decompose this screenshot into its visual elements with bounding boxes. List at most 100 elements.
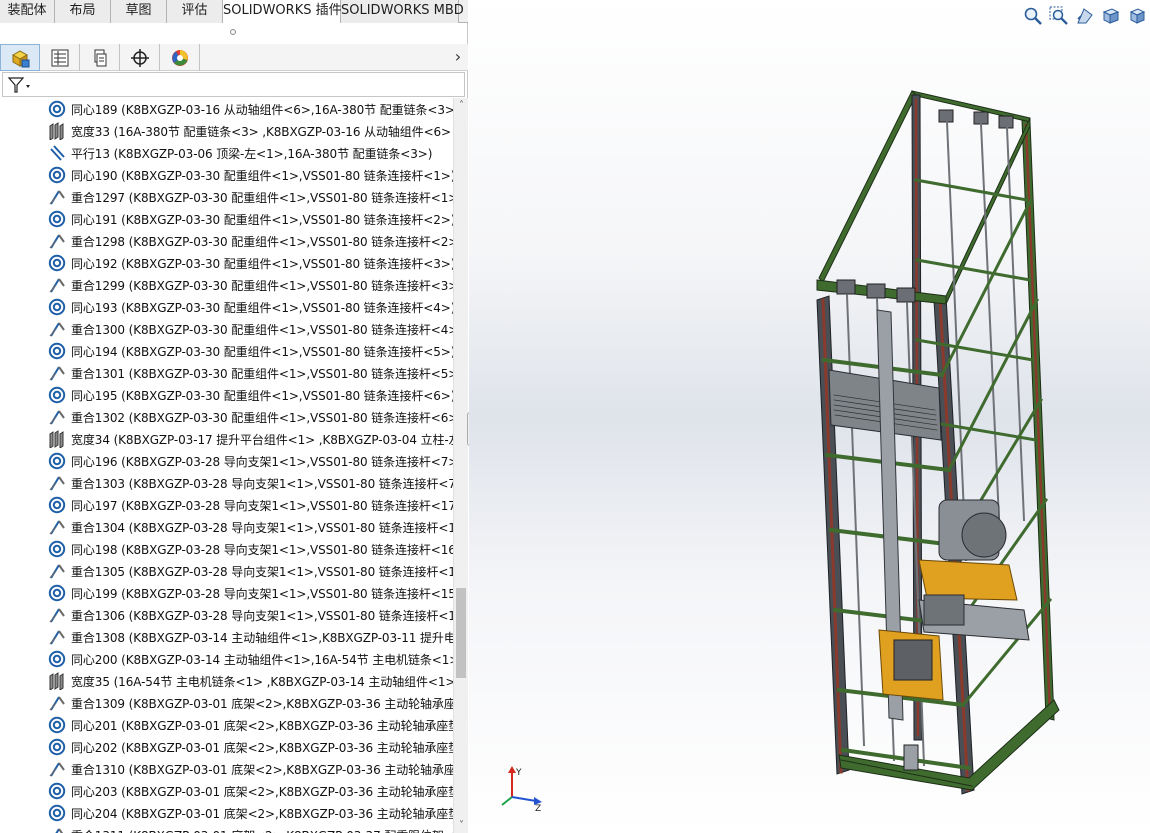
mate-label: 同心204 (K8BXGZP-03-01 底架<2>,K8BXGZP-03-36… bbox=[71, 806, 453, 821]
mate-tree-item[interactable]: 重合1303 (K8BXGZP-03-28 导向支架1<1>,VSS01-80 … bbox=[46, 472, 453, 494]
mate-tree-item[interactable]: 重合1306 (K8BXGZP-03-28 导向支架1<1>,VSS01-80 … bbox=[46, 604, 453, 626]
mate-width-icon bbox=[46, 120, 68, 142]
mate-concentric-icon bbox=[46, 802, 68, 824]
mate-tree-item[interactable]: 同心203 (K8BXGZP-03-01 底架<2>,K8BXGZP-03-36… bbox=[46, 780, 453, 802]
mate-label: 同心198 (K8BXGZP-03-28 导向支架1<1>,VSS01-80 链… bbox=[71, 542, 453, 557]
mate-label: 重合1297 (K8BXGZP-03-30 配重组件<1>,VSS01-80 链… bbox=[71, 190, 453, 205]
mate-concentric-icon bbox=[46, 648, 68, 670]
solidworks-window: 装配体 布局 草图 评估 SOLIDWORKS 插件 SOLIDWORKS MB… bbox=[0, 0, 1150, 833]
mate-label: 重合1304 (K8BXGZP-03-28 导向支架1<1>,VSS01-80 … bbox=[71, 520, 453, 535]
mate-tree-item[interactable]: 同心202 (K8BXGZP-03-01 底架<2>,K8BXGZP-03-36… bbox=[46, 736, 453, 758]
mate-label: 宽度34 (K8BXGZP-03-17 提升平台组件<1> ,K8BXGZP-0… bbox=[71, 432, 453, 447]
featuremanager-panel: 装配体 布局 草图 评估 SOLIDWORKS 插件 SOLIDWORKS MB… bbox=[0, 0, 468, 833]
mate-tree-item[interactable]: 同心204 (K8BXGZP-03-01 底架<2>,K8BXGZP-03-36… bbox=[46, 802, 453, 824]
mate-concentric-icon bbox=[46, 98, 68, 120]
mate-label: 同心197 (K8BXGZP-03-28 导向支架1<1>,VSS01-80 链… bbox=[71, 498, 453, 513]
tree-filter-bar[interactable] bbox=[2, 72, 465, 97]
mate-coincident-icon bbox=[46, 824, 68, 833]
command-manager-tabs: 装配体 布局 草图 评估 SOLIDWORKS 插件 SOLIDWORKS MB… bbox=[0, 0, 468, 23]
mate-label: 同心196 (K8BXGZP-03-28 导向支架1<1>,VSS01-80 链… bbox=[71, 454, 453, 469]
mate-tree-item[interactable]: 同心196 (K8BXGZP-03-28 导向支架1<1>,VSS01-80 链… bbox=[46, 450, 453, 472]
mate-coincident-icon bbox=[46, 692, 68, 714]
mate-coincident-icon bbox=[46, 362, 68, 384]
mate-tree-item[interactable]: 同心194 (K8BXGZP-03-30 配重组件<1>,VSS01-80 链条… bbox=[46, 340, 453, 362]
mate-coincident-icon bbox=[46, 604, 68, 626]
mate-tree-item[interactable]: 同心201 (K8BXGZP-03-01 底架<2>,K8BXGZP-03-36… bbox=[46, 714, 453, 736]
configurationmanager-tab[interactable] bbox=[80, 44, 120, 71]
scrollbar-thumb[interactable] bbox=[456, 588, 466, 678]
tab-solidworks-mbd[interactable]: SOLIDWORKS MBD bbox=[341, 0, 464, 23]
mate-tree-item[interactable]: 重合1301 (K8BXGZP-03-30 配重组件<1>,VSS01-80 链… bbox=[46, 362, 453, 384]
mate-tree-item[interactable]: 重合1304 (K8BXGZP-03-28 导向支架1<1>,VSS01-80 … bbox=[46, 516, 453, 538]
mate-tree-item[interactable]: 同心198 (K8BXGZP-03-28 导向支架1<1>,VSS01-80 链… bbox=[46, 538, 453, 560]
mate-tree-item[interactable]: 平行13 (K8BXGZP-03-06 顶梁-左<1>,16A-380节 配重链… bbox=[46, 142, 453, 164]
mate-tree-item[interactable]: 同心197 (K8BXGZP-03-28 导向支架1<1>,VSS01-80 链… bbox=[46, 494, 453, 516]
mate-coincident-icon bbox=[46, 472, 68, 494]
mate-label: 重合1298 (K8BXGZP-03-30 配重组件<1>,VSS01-80 链… bbox=[71, 234, 453, 249]
mate-tree-item[interactable]: 同心195 (K8BXGZP-03-30 配重组件<1>,VSS01-80 链条… bbox=[46, 384, 453, 406]
mate-tree-item[interactable]: 同心199 (K8BXGZP-03-28 导向支架1<1>,VSS01-80 链… bbox=[46, 582, 453, 604]
mate-tree-item[interactable]: 宽度34 (K8BXGZP-03-17 提升平台组件<1> ,K8BXGZP-0… bbox=[46, 428, 453, 450]
mate-parallel-icon bbox=[46, 142, 68, 164]
tab-solidworks-addins[interactable]: SOLIDWORKS 插件 bbox=[223, 0, 342, 23]
mate-tree-item[interactable]: 重合1309 (K8BXGZP-03-01 底架<2>,K8BXGZP-03-3… bbox=[46, 692, 453, 714]
mate-tree-item[interactable]: 重合1310 (K8BXGZP-03-01 底架<2>,K8BXGZP-03-3… bbox=[46, 758, 453, 780]
mate-tree-item[interactable]: 宽度35 (16A-54节 主电机链条<1> ,K8BXGZP-03-14 主动… bbox=[46, 670, 453, 692]
assembly-model[interactable] bbox=[469, 0, 1150, 833]
mate-coincident-icon bbox=[46, 274, 68, 296]
tab-layout[interactable]: 布局 bbox=[55, 0, 111, 23]
mate-label: 重合1308 (K8BXGZP-03-14 主动轴组件<1>,K8BXGZP-0… bbox=[71, 630, 453, 645]
mate-tree-item[interactable]: 重合1308 (K8BXGZP-03-14 主动轴组件<1>,K8BXGZP-0… bbox=[46, 626, 453, 648]
filter-icon[interactable] bbox=[6, 75, 32, 95]
mate-tree-item[interactable]: 同心193 (K8BXGZP-03-30 配重组件<1>,VSS01-80 链条… bbox=[46, 296, 453, 318]
mate-label: 同心201 (K8BXGZP-03-01 底架<2>,K8BXGZP-03-36… bbox=[71, 718, 453, 733]
mate-tree-item[interactable]: 重合1305 (K8BXGZP-03-28 导向支架1<1>,VSS01-80 … bbox=[46, 560, 453, 582]
mate-tree-item[interactable]: 同心189 (K8BXGZP-03-16 从动轴组件<6>,16A-380节 配… bbox=[46, 98, 453, 120]
mate-label: 同心192 (K8BXGZP-03-30 配重组件<1>,VSS01-80 链条… bbox=[71, 256, 453, 271]
tree-scrollbar[interactable]: ˄ ˅ bbox=[453, 98, 468, 833]
displaymanager-tab[interactable] bbox=[160, 44, 200, 71]
panel-splitter-handle[interactable] bbox=[230, 29, 236, 35]
tab-assembly[interactable]: 装配体 bbox=[0, 0, 55, 23]
mate-width-icon bbox=[46, 670, 68, 692]
propertymanager-tab[interactable] bbox=[40, 44, 80, 71]
mate-tree-item[interactable]: 重合1311 (K8BXGZP-03-01 底架<2>,K8BXGZP-03-3… bbox=[46, 824, 453, 833]
scroll-down-icon[interactable]: ˅ bbox=[454, 818, 469, 833]
mate-label: 同心190 (K8BXGZP-03-30 配重组件<1>,VSS01-80 链条… bbox=[71, 168, 453, 183]
featuremanager-tab[interactable] bbox=[0, 44, 40, 71]
mate-tree-item[interactable]: 重合1300 (K8BXGZP-03-30 配重组件<1>,VSS01-80 链… bbox=[46, 318, 453, 340]
dimxpertmanager-tab[interactable] bbox=[120, 44, 160, 71]
mate-label: 同心193 (K8BXGZP-03-30 配重组件<1>,VSS01-80 链条… bbox=[71, 300, 453, 315]
tab-evaluate[interactable]: 评估 bbox=[167, 0, 223, 23]
mate-label: 重合1299 (K8BXGZP-03-30 配重组件<1>,VSS01-80 链… bbox=[71, 278, 453, 293]
mate-label: 同心199 (K8BXGZP-03-28 导向支架1<1>,VSS01-80 链… bbox=[71, 586, 453, 601]
mate-tree-item[interactable]: 重合1297 (K8BXGZP-03-30 配重组件<1>,VSS01-80 链… bbox=[46, 186, 453, 208]
mate-label: 重合1311 (K8BXGZP-03-01 底架<2>,K8BXGZP-03-3… bbox=[71, 827, 453, 833]
tab-sketch[interactable]: 草图 bbox=[111, 0, 167, 23]
triad-y-label: Y bbox=[515, 768, 522, 778]
mate-tree-item[interactable]: 重合1299 (K8BXGZP-03-30 配重组件<1>,VSS01-80 链… bbox=[46, 274, 453, 296]
propertymanager-icon bbox=[51, 49, 68, 66]
mate-concentric-icon bbox=[46, 450, 68, 472]
mate-tree-item[interactable]: 宽度33 (16A-380节 配重链条<3> ,K8BXGZP-03-16 从动… bbox=[46, 120, 453, 142]
mate-label: 重合1300 (K8BXGZP-03-30 配重组件<1>,VSS01-80 链… bbox=[71, 322, 453, 337]
scroll-up-icon[interactable]: ˄ bbox=[454, 98, 469, 113]
graphics-area[interactable]: Y Z bbox=[469, 0, 1150, 833]
triad-z-label: Z bbox=[535, 804, 541, 813]
mate-tree-item[interactable]: 同心192 (K8BXGZP-03-30 配重组件<1>,VSS01-80 链条… bbox=[46, 252, 453, 274]
mate-concentric-icon bbox=[46, 582, 68, 604]
mate-tree-item[interactable]: 同心191 (K8BXGZP-03-30 配重组件<1>,VSS01-80 链条… bbox=[46, 208, 453, 230]
mate-label: 平行13 (K8BXGZP-03-06 顶梁-左<1>,16A-380节 配重链… bbox=[71, 146, 433, 161]
mate-concentric-icon bbox=[46, 252, 68, 274]
mate-tree-item[interactable]: 同心200 (K8BXGZP-03-14 主动轴组件<1>,16A-54节 主电… bbox=[46, 648, 453, 670]
mate-tree-item[interactable]: 重合1302 (K8BXGZP-03-30 配重组件<1>,VSS01-80 链… bbox=[46, 406, 453, 428]
mate-tree-item[interactable]: 同心190 (K8BXGZP-03-30 配重组件<1>,VSS01-80 链条… bbox=[46, 164, 453, 186]
chevron-right-icon[interactable]: › bbox=[450, 46, 466, 68]
mates-tree: 同心189 (K8BXGZP-03-16 从动轴组件<6>,16A-380节 配… bbox=[0, 98, 453, 833]
mate-concentric-icon bbox=[46, 494, 68, 516]
displaymanager-icon bbox=[171, 49, 188, 66]
mate-tree-item[interactable]: 重合1298 (K8BXGZP-03-30 配重组件<1>,VSS01-80 链… bbox=[46, 230, 453, 252]
mate-concentric-icon bbox=[46, 714, 68, 736]
mate-label: 重合1301 (K8BXGZP-03-30 配重组件<1>,VSS01-80 链… bbox=[71, 366, 453, 381]
mate-width-icon bbox=[46, 428, 68, 450]
